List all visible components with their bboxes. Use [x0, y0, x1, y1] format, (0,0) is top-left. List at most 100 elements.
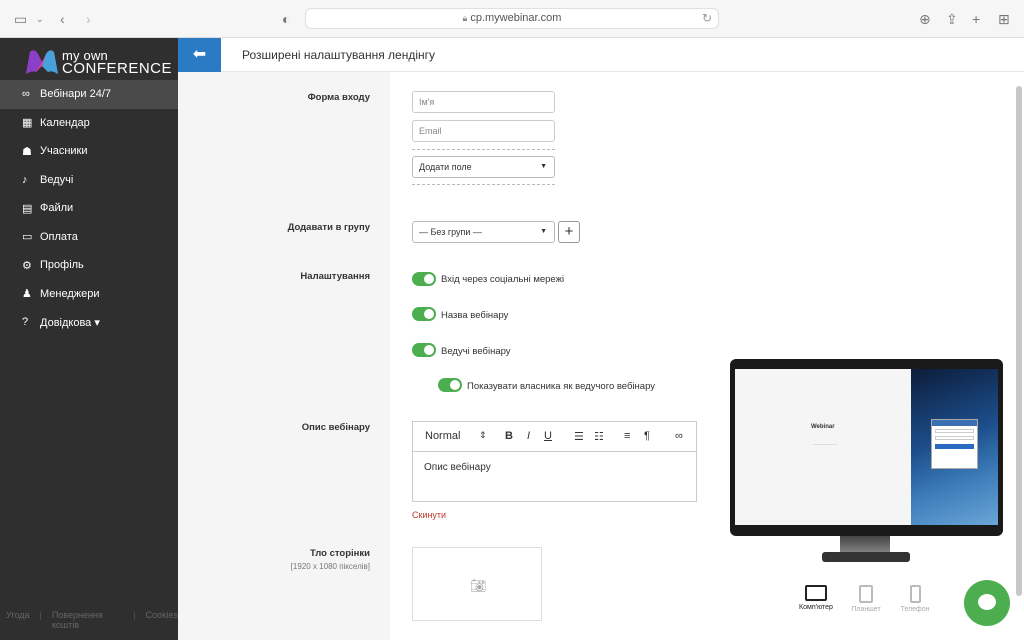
social-login-label: Вхід через соціальні мережі: [441, 274, 565, 285]
address-bar[interactable]: 🔒︎ cp.mywebinar.com ↻: [305, 8, 719, 29]
back-nav-icon[interactable]: ‹: [60, 10, 65, 28]
login-form-label: Форма входу: [307, 92, 370, 103]
sidebar-item-label: Ведучі: [40, 173, 74, 186]
reload-icon[interactable]: ↻: [702, 9, 712, 28]
sidebar-item-hosts[interactable]: ♪ Ведучі: [0, 166, 178, 195]
lock-icon: 🔒︎: [462, 13, 468, 23]
sidebar-item-label: Календар: [40, 116, 90, 129]
description-label: Опис вебінару: [301, 422, 370, 433]
tab-overview-icon[interactable]: ⊞: [998, 10, 1010, 28]
sidebar-item-calendar[interactable]: ▦ Календар: [0, 109, 178, 138]
preview-screen: Webinar ——————: [735, 369, 998, 525]
share-icon[interactable]: ⇪: [946, 10, 958, 28]
logo-mark-icon: [26, 50, 58, 74]
managers-icon: ♟: [22, 288, 32, 301]
sidebar-item-profile[interactable]: ⚙ Профіль: [0, 251, 178, 280]
back-button[interactable]: ⬅: [178, 38, 221, 72]
sidebar-item-files[interactable]: ▤ Файли: [0, 194, 178, 223]
add-group-button[interactable]: +: [558, 221, 580, 243]
sidebar-toggle-icon[interactable]: ▭: [14, 10, 27, 28]
preview-background: [911, 369, 998, 525]
footer-link-agreement[interactable]: Угода: [6, 610, 29, 630]
show-owner-toggle[interactable]: [438, 378, 462, 392]
browser-toolbar: ▭ ⌄ ‹ › ◐ 🔒︎ cp.mywebinar.com ↻ ⊕ ⇪ + ⊞: [0, 0, 1024, 38]
underline-icon[interactable]: U: [544, 430, 552, 442]
ordered-list-icon[interactable]: ☰: [574, 430, 584, 443]
updown-icon[interactable]: ⇕: [479, 430, 487, 441]
chat-button[interactable]: [964, 580, 1010, 626]
caret-down-icon: ▼: [540, 228, 547, 235]
download-icon[interactable]: ⊕: [919, 10, 931, 28]
name-field[interactable]: Ім'я: [412, 91, 555, 113]
description-editor: Normal ⇕ B I U ☰ ☷ ≡ ¶ ∞ Опис вебінару: [412, 421, 697, 502]
editor-content[interactable]: Опис вебінару: [413, 452, 696, 483]
sidebar-item-label: Файли: [40, 202, 74, 215]
footer-link-refund[interactable]: Повернення коштів: [52, 610, 123, 630]
logo-line2: CONFERENCE: [62, 60, 173, 77]
chevron-down-icon[interactable]: ⌄: [36, 10, 44, 28]
sidebar-item-label: Оплата: [40, 230, 78, 243]
sidebar-item-managers[interactable]: ♟ Менеджери: [0, 280, 178, 309]
gear-icon: ⚙: [22, 259, 32, 272]
link-icon[interactable]: ∞: [675, 430, 683, 442]
scrollbar[interactable]: [1016, 86, 1022, 596]
email-field[interactable]: Email: [412, 120, 555, 142]
new-tab-icon[interactable]: +: [972, 10, 980, 28]
sidebar-item-label: Вебінари 24/7: [40, 88, 111, 101]
device-phone[interactable]: Телефон: [895, 585, 935, 613]
sidebar: my own CONFERENCE ∞ Вебінари 24/7 ▦ Кале…: [0, 38, 178, 640]
background-hint: [1920 x 1080 пікселів]: [290, 562, 370, 571]
text-direction-icon[interactable]: ¶: [644, 430, 650, 442]
sidebar-nav: ∞ Вебінари 24/7 ▦ Календар ☗ Учасники ♪ …: [0, 80, 178, 337]
bold-icon[interactable]: B: [505, 430, 513, 442]
sidebar-item-payment[interactable]: ▭ Оплата: [0, 223, 178, 252]
logo[interactable]: my own CONFERENCE: [24, 48, 172, 78]
sidebar-item-label: Довідкова ▾: [40, 316, 100, 329]
camera-icon: 📷︎: [470, 578, 487, 593]
webinar-hosts-toggle[interactable]: [412, 343, 436, 357]
credit-card-icon: ▭: [22, 231, 33, 244]
webinar-hosts-label: Ведучі вебінару: [441, 346, 511, 357]
webinar-name-label: Назва вебінару: [441, 310, 509, 321]
calendar-icon: ▦: [22, 117, 33, 130]
add-to-group-label: Додавати в групу: [287, 222, 370, 233]
sidebar-item-participants[interactable]: ☗ Учасники: [0, 137, 178, 166]
preview-monitor: Webinar ——————: [730, 359, 1003, 536]
editor-toolbar: Normal ⇕ B I U ☰ ☷ ≡ ¶ ∞: [413, 422, 696, 452]
folder-icon: ▤: [22, 202, 33, 215]
help-icon: ?: [22, 316, 29, 329]
group-select[interactable]: — Без групи — ▼: [412, 221, 555, 243]
footer-link-cookies[interactable]: Cookies: [145, 610, 178, 630]
settings-label: Налаштування: [300, 271, 370, 282]
users-icon: ☗: [22, 145, 32, 158]
social-login-toggle[interactable]: [412, 272, 436, 286]
desktop-icon: [805, 585, 827, 601]
page-title: Розширені налаштування лендінгу: [242, 48, 436, 62]
device-desktop[interactable]: Комп'ютер: [796, 585, 836, 611]
privacy-shield-icon[interactable]: ◐: [282, 10, 290, 28]
background-upload[interactable]: 📷︎: [412, 547, 542, 621]
sidebar-item-label: Профіль: [40, 259, 84, 272]
show-owner-label: Показувати власника як ведучого вебінару: [467, 381, 655, 392]
add-field-select[interactable]: Додати поле ▼: [412, 156, 555, 178]
sidebar-item-help[interactable]: ? Довідкова ▾: [0, 308, 178, 337]
add-field-label: Додати поле: [419, 162, 472, 172]
forward-nav-icon[interactable]: ›: [86, 10, 91, 28]
reset-link[interactable]: Скинути: [412, 510, 446, 520]
format-select[interactable]: Normal: [425, 430, 460, 442]
infinity-icon: ∞: [22, 88, 30, 101]
italic-icon[interactable]: I: [527, 430, 530, 442]
form-labels-column: Форма входу Додавати в групу Налаштуванн…: [178, 72, 390, 640]
monitor-base: [822, 552, 910, 562]
page-header: ⬅ Розширені налаштування лендінгу: [178, 38, 1024, 72]
arrow-left-icon: ⬅: [192, 46, 207, 63]
divider: |: [39, 610, 42, 620]
device-label: Телефон: [900, 606, 930, 613]
sidebar-item-label: Менеджери: [40, 287, 100, 300]
sidebar-item-webinars[interactable]: ∞ Вебінари 24/7: [0, 80, 178, 109]
webinar-name-toggle[interactable]: [412, 307, 436, 321]
device-tablet[interactable]: Планшет: [846, 585, 886, 613]
microphone-icon: ♪: [22, 173, 28, 186]
align-icon[interactable]: ≡: [624, 430, 630, 442]
bullet-list-icon[interactable]: ☷: [594, 430, 604, 443]
